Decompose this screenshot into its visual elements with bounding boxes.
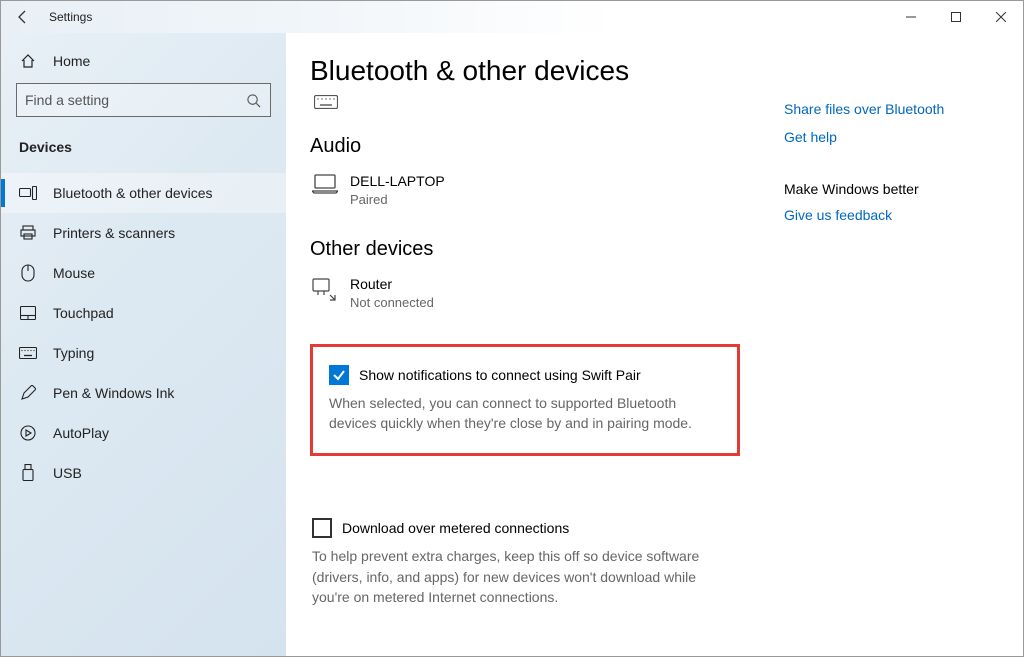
window-controls bbox=[888, 1, 1023, 33]
device-status: Not connected bbox=[350, 294, 434, 312]
sidebar-item-bluetooth[interactable]: Bluetooth & other devices bbox=[1, 173, 286, 213]
sidebar-item-printers[interactable]: Printers & scanners bbox=[1, 213, 286, 253]
autoplay-icon bbox=[19, 425, 37, 441]
sidebar-item-usb[interactable]: USB bbox=[1, 453, 286, 493]
laptop-icon bbox=[312, 172, 336, 197]
swift-pair-checkbox-row[interactable]: Show notifications to connect using Swif… bbox=[329, 365, 721, 385]
sidebar-item-label: Typing bbox=[53, 345, 94, 361]
pen-icon bbox=[19, 385, 37, 401]
router-icon bbox=[312, 275, 336, 304]
link-give-feedback[interactable]: Give us feedback bbox=[784, 207, 993, 223]
swift-pair-checkbox[interactable] bbox=[329, 365, 349, 385]
sidebar-item-label: USB bbox=[53, 465, 82, 481]
search-input[interactable] bbox=[17, 92, 236, 108]
link-get-help[interactable]: Get help bbox=[784, 129, 993, 145]
sidebar-item-mouse[interactable]: Mouse bbox=[1, 253, 286, 293]
sidebar-item-typing[interactable]: Typing bbox=[1, 333, 286, 373]
keyboard-icon bbox=[19, 347, 37, 359]
settings-window: Settings Home bbox=[0, 0, 1024, 657]
usb-icon bbox=[19, 464, 37, 482]
sidebar-item-label: Touchpad bbox=[53, 305, 114, 321]
feedback-heading: Make Windows better bbox=[784, 181, 993, 197]
section-heading-other: Other devices bbox=[310, 238, 740, 261]
metered-checkbox-row[interactable]: Download over metered connections bbox=[312, 518, 740, 538]
maximize-button[interactable] bbox=[933, 1, 978, 33]
device-row-audio[interactable]: DELL-LAPTOP Paired bbox=[310, 168, 740, 212]
sidebar-item-pen[interactable]: Pen & Windows Ink bbox=[1, 373, 286, 413]
main-content: Bluetooth & other devices Audio DELL-LAP… bbox=[286, 33, 1023, 656]
printer-icon bbox=[19, 225, 37, 241]
device-status: Paired bbox=[350, 191, 445, 209]
section-heading-audio: Audio bbox=[310, 135, 740, 158]
devices-icon bbox=[19, 186, 37, 200]
sidebar-item-label: Pen & Windows Ink bbox=[53, 385, 174, 401]
metered-label: Download over metered connections bbox=[342, 520, 569, 536]
window-title: Settings bbox=[49, 10, 92, 24]
device-name: Router bbox=[350, 275, 434, 294]
sidebar-item-autoplay[interactable]: AutoPlay bbox=[1, 413, 286, 453]
keyboard-small-icon bbox=[314, 95, 740, 109]
device-row-other[interactable]: Router Not connected bbox=[310, 271, 740, 315]
search-box[interactable] bbox=[16, 83, 271, 117]
search-icon bbox=[236, 93, 270, 108]
sidebar-item-label: Bluetooth & other devices bbox=[53, 185, 213, 201]
device-name: DELL-LAPTOP bbox=[350, 172, 445, 191]
mouse-icon bbox=[19, 264, 37, 282]
back-icon[interactable] bbox=[15, 9, 31, 25]
sidebar-item-label: Mouse bbox=[53, 265, 95, 281]
metered-checkbox[interactable] bbox=[312, 518, 332, 538]
touchpad-icon bbox=[19, 306, 37, 320]
home-icon bbox=[19, 53, 37, 69]
sidebar-item-touchpad[interactable]: Touchpad bbox=[1, 293, 286, 333]
minimize-button[interactable] bbox=[888, 1, 933, 33]
swift-pair-label: Show notifications to connect using Swif… bbox=[359, 367, 641, 383]
close-button[interactable] bbox=[978, 1, 1023, 33]
metered-description: To help prevent extra charges, keep this… bbox=[312, 546, 712, 607]
page-title: Bluetooth & other devices bbox=[310, 55, 993, 87]
sidebar-nav: Bluetooth & other devices Printers & sca… bbox=[1, 165, 286, 493]
sidebar-item-home[interactable]: Home bbox=[1, 47, 286, 83]
titlebar: Settings bbox=[1, 1, 1023, 33]
sidebar-item-label: AutoPlay bbox=[53, 425, 109, 441]
sidebar-item-label: Printers & scanners bbox=[53, 225, 175, 241]
right-column: Share files over Bluetooth Get help Make… bbox=[784, 91, 993, 607]
swift-pair-highlight: Show notifications to connect using Swif… bbox=[310, 344, 740, 457]
sidebar: Home Devices Bluetooth & other devices bbox=[1, 33, 286, 656]
swift-pair-description: When selected, you can connect to suppor… bbox=[329, 393, 721, 434]
sidebar-item-label: Home bbox=[53, 53, 90, 69]
link-share-files[interactable]: Share files over Bluetooth bbox=[784, 101, 993, 117]
sidebar-category: Devices bbox=[1, 131, 286, 165]
